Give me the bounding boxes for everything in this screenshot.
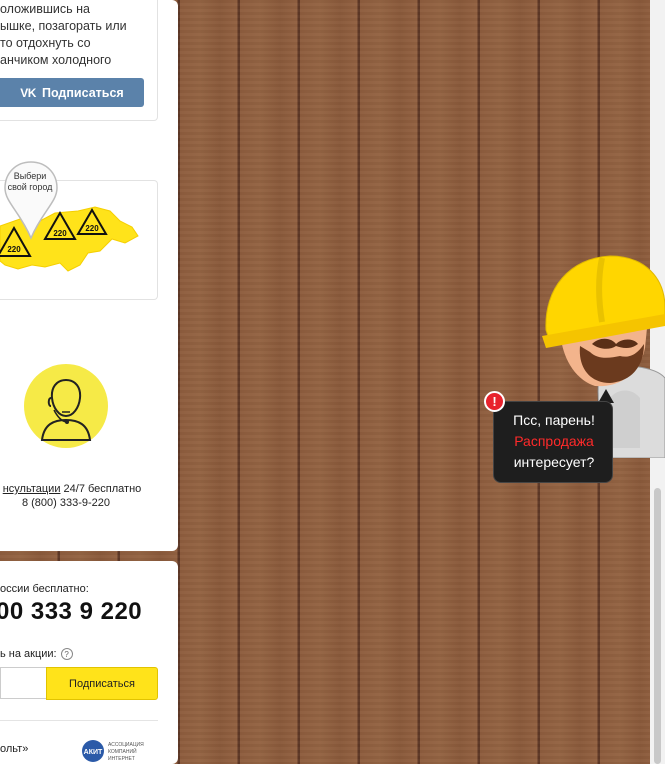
svg-text:ИНТЕРНЕТ: ИНТЕРНЕТ <box>108 756 135 762</box>
sidebar-panel: оложившись на ышке, позагорать или то от… <box>0 0 178 551</box>
support-operator-icon <box>24 364 108 448</box>
svg-text:220: 220 <box>85 224 99 233</box>
consultation-phone: 8 (800) 333-9-220 <box>21 497 111 509</box>
free-call-label: оссии бесплатно: <box>0 583 89 595</box>
bubble-line-1: Псс, парень! <box>513 412 595 428</box>
promo-bubble-text[interactable]: Псс, парень! Распродажа интересует? <box>498 410 610 473</box>
consultation-link[interactable]: нсультации <box>3 483 61 495</box>
company-text: ольт» <box>0 743 29 755</box>
akit-logo-icon[interactable]: АКИТ АССОЦИАЦИЯ КОМПАНИЙ ИНТЕРНЕТ <box>81 738 159 764</box>
promo-subscribe-button[interactable]: Подписаться <box>46 667 158 700</box>
vk-widget-text: оложившись на ышке, позагорать или то от… <box>0 2 127 67</box>
svg-text:АКИТ: АКИТ <box>84 749 103 756</box>
vk-subscribe-label: Подписаться <box>41 85 124 100</box>
svg-text:КОМПАНИЙ: КОМПАНИЙ <box>108 747 137 755</box>
consultation-text: нсультации 24/7 бесплатно <box>0 482 144 497</box>
vk-logo-icon: VK <box>20 85 36 100</box>
bubble-line-3: интересует? <box>513 454 595 470</box>
consultation-rest: 24/7 бесплатно <box>60 483 142 495</box>
vk-widget: оложившись на ышке, позагорать или то от… <box>0 0 158 121</box>
vk-subscribe-button[interactable]: VK Подписаться <box>0 78 144 107</box>
choose-city-label[interactable]: Выбери свой город <box>7 171 53 193</box>
bubble-line-2: Распродажа <box>514 433 594 449</box>
email-input[interactable] <box>0 667 46 699</box>
svg-text:АССОЦИАЦИЯ: АССОЦИАЦИЯ <box>108 742 144 748</box>
promo-subscribe-label: ь на акции: ? <box>0 648 73 660</box>
page-scrollbar-thumb[interactable] <box>654 488 661 764</box>
hotline-phone[interactable]: 00 333 9 220 <box>0 598 142 626</box>
alert-icon: ! <box>484 391 505 412</box>
promo-subscribe-text: ь на акции: <box>0 648 57 660</box>
divider <box>0 720 158 721</box>
help-icon[interactable]: ? <box>60 648 73 660</box>
svg-text:220: 220 <box>7 245 21 254</box>
